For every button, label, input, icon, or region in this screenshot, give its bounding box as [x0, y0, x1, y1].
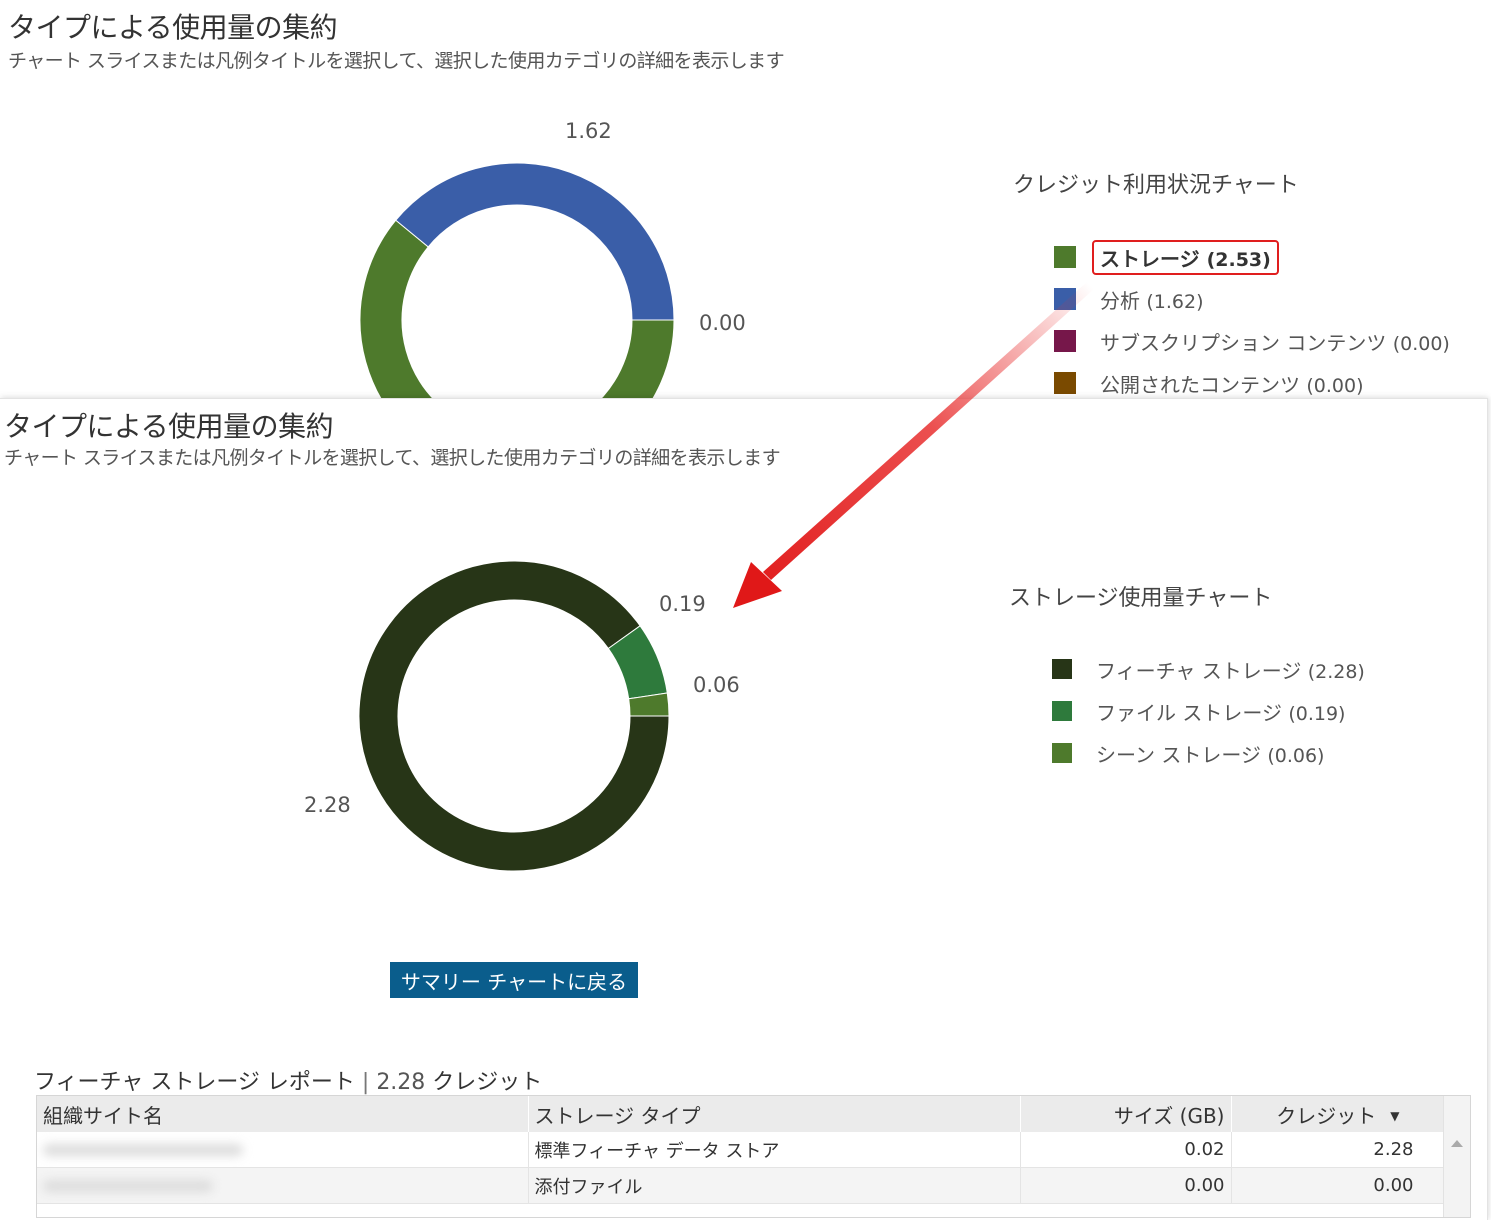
slice-analysis[interactable] [395, 162, 675, 321]
summary-legend-title: クレジット利用状況チャート [1013, 173, 1299, 198]
summary-legend-item-analysis[interactable]: 分析 (1.62) [1054, 285, 1204, 313]
column-header-site[interactable]: 組織サイト名 [37, 1096, 529, 1132]
legend-label: フィーチャ ストレージ (2.28) [1096, 658, 1365, 683]
storage-report-table: 組織サイト名 ストレージ タイプ サイズ (GB) クレジット ▼ 標準フィーチャ… [36, 1095, 1471, 1218]
legend-label-highlighted: ストレージ (2.53) [1092, 239, 1279, 275]
site-name-cell [37, 1167, 529, 1204]
table-row[interactable]: 添付ファイル 0.00 0.00 [37, 1167, 1445, 1204]
legend-label: サブスクリプション コンテンツ (0.00) [1100, 330, 1450, 355]
column-header-credits[interactable]: クレジット ▼ [1231, 1096, 1445, 1132]
report-amount: 2.28 [376, 1070, 426, 1095]
detail-legend-item-scene[interactable]: シーン ストレージ (0.06) [1052, 739, 1324, 767]
detail-slice-label-scene: 0.06 [693, 673, 740, 697]
legend-label: シーン ストレージ (0.06) [1096, 742, 1325, 767]
legend-label: 分析 (1.62) [1100, 288, 1204, 313]
detail-slice-label-file: 0.19 [659, 592, 706, 616]
column-header-size[interactable]: サイズ (GB) [1020, 1096, 1232, 1132]
size-cell: 0.00 [1020, 1167, 1232, 1204]
back-to-summary-button[interactable]: サマリー チャートに戻る [390, 962, 638, 998]
detail-title: タイプによる使用量の集約 [4, 410, 334, 443]
legend-swatch [1052, 659, 1072, 679]
redacted-site-name [43, 1143, 243, 1156]
storage-type-cell: 添付ファイル [528, 1167, 1021, 1204]
legend-label: 公開されたコンテンツ (0.00) [1100, 372, 1364, 397]
sort-descending-icon[interactable]: ▼ [1390, 1109, 1399, 1123]
report-heading: フィーチャ ストレージ レポート | 2.28 クレジット [34, 1064, 542, 1096]
summary-legend-item-storage[interactable]: ストレージ (2.53) [1054, 239, 1279, 275]
site-name-cell [37, 1132, 529, 1168]
report-unit: クレジット [432, 1070, 543, 1095]
report-separator: | [361, 1070, 370, 1095]
detail-legend-item-feature[interactable]: フィーチャ ストレージ (2.28) [1052, 655, 1365, 683]
scroll-up-icon[interactable] [1451, 1140, 1463, 1147]
column-header-storage-type[interactable]: ストレージ タイプ [528, 1096, 1021, 1132]
storage-detail-panel: タイプによる使用量の集約 チャート スライスまたは凡例タイトルを選択して、選択し… [0, 398, 1488, 1220]
credits-cell: 2.28 [1231, 1132, 1445, 1168]
detail-slice-label-feature: 2.28 [304, 793, 351, 817]
legend-swatch [1054, 246, 1076, 268]
summary-donut-chart[interactable] [340, 150, 700, 410]
summary-title: タイプによる使用量の集約 [8, 11, 338, 44]
summary-legend-item-published[interactable]: 公開されたコンテンツ (0.00) [1054, 369, 1364, 397]
legend-swatch [1054, 372, 1076, 394]
storage-donut-chart[interactable] [350, 552, 680, 882]
summary-legend-item-subscription[interactable]: サブスクリプション コンテンツ (0.00) [1054, 327, 1450, 355]
summary-slice-label-zero: 0.00 [699, 311, 746, 335]
storage-type-cell: 標準フィーチャ データ ストア [528, 1132, 1021, 1168]
credits-cell: 0.00 [1231, 1167, 1445, 1204]
detail-subtitle: チャート スライスまたは凡例タイトルを選択して、選択した使用カテゴリの詳細を表示… [4, 447, 781, 469]
summary-slice-label-analysis: 1.62 [565, 119, 612, 143]
detail-legend-item-file[interactable]: ファイル ストレージ (0.19) [1052, 697, 1345, 725]
table-scrollbar[interactable] [1443, 1096, 1470, 1217]
detail-legend-title: ストレージ使用量チャート [1009, 586, 1273, 611]
size-cell: 0.02 [1020, 1132, 1232, 1168]
summary-subtitle: チャート スライスまたは凡例タイトルを選択して、選択した使用カテゴリの詳細を表示… [8, 50, 785, 72]
legend-swatch [1054, 330, 1076, 352]
report-name: フィーチャ ストレージ レポート [34, 1070, 355, 1095]
legend-label: ファイル ストレージ (0.19) [1096, 700, 1346, 725]
legend-swatch [1052, 701, 1072, 721]
table-row[interactable]: 標準フィーチャ データ ストア 0.02 2.28 [37, 1132, 1445, 1168]
legend-swatch [1054, 288, 1076, 310]
redacted-site-name [43, 1179, 213, 1192]
legend-swatch [1052, 743, 1072, 763]
slice-feature-storage[interactable] [358, 560, 670, 872]
